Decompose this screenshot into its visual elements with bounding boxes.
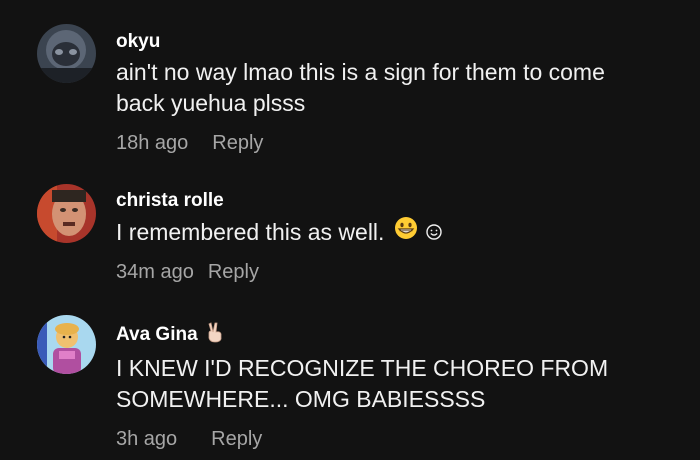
victory-hand-icon xyxy=(206,321,224,349)
avatar[interactable] xyxy=(37,315,96,374)
smiley-icon xyxy=(426,217,443,248)
author-name[interactable]: christa rolle xyxy=(116,190,224,212)
author-name[interactable]: okyu xyxy=(116,31,160,53)
avatar[interactable] xyxy=(37,184,96,243)
reply-button[interactable]: Reply xyxy=(211,427,262,451)
comment-text: I remembered this as well. xyxy=(116,216,690,248)
comment-text: I KNEW I'D RECOGNIZE THE CHOREO FROM SOM… xyxy=(116,355,615,412)
comment-item: okyu ain't no way lmao this is a sign fo… xyxy=(0,0,700,170)
comment-author[interactable]: okyu xyxy=(116,31,690,53)
comment-timestamp[interactable]: 34m ago xyxy=(116,260,194,284)
comment-timestamp[interactable]: 18h ago xyxy=(116,131,188,155)
reply-button[interactable]: Reply xyxy=(212,131,263,155)
comment-text: ain't no way lmao this is a sign for the… xyxy=(116,59,612,116)
comment-meta: 3h ago Reply xyxy=(116,427,690,451)
grinning-face-icon xyxy=(394,216,418,248)
comment-meta: 18h ago Reply xyxy=(116,131,690,155)
author-name[interactable]: Ava Gina xyxy=(116,324,198,346)
avatar[interactable] xyxy=(37,24,96,83)
comment-meta: 34m ago Reply xyxy=(116,260,690,284)
reply-button[interactable]: Reply xyxy=(208,260,259,284)
comment-author[interactable]: Ava Gina xyxy=(116,321,690,349)
comment-item: christa rolle I remembered this as well. xyxy=(0,170,700,305)
comment-item: Ava Gina I KNEW I'D RECOGNIZE THE CHOREO… xyxy=(0,305,700,460)
comment-timestamp[interactable]: 3h ago xyxy=(116,427,177,451)
comment-author[interactable]: christa rolle xyxy=(116,190,690,212)
